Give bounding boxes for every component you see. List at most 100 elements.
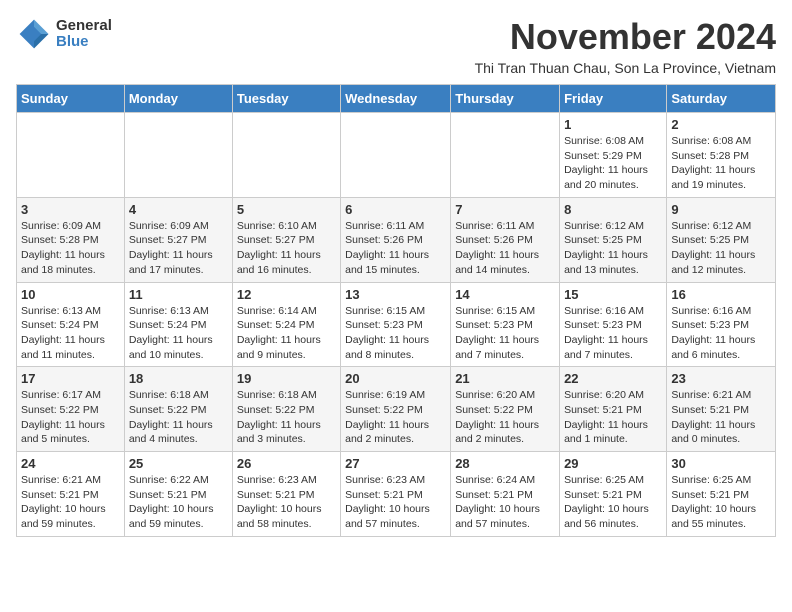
day-info: Sunrise: 6:25 AM Sunset: 5:21 PM Dayligh… <box>671 473 771 532</box>
calendar-cell: 12 Sunrise: 6:14 AM Sunset: 5:24 PM Dayli… <box>232 282 340 367</box>
day-number: 29 <box>564 456 662 471</box>
calendar-cell: 8Sunrise: 6:12 AM Sunset: 5:25 PM Daylig… <box>560 197 667 282</box>
location-subtitle: Thi Tran Thuan Chau, Son La Province, Vi… <box>475 60 776 76</box>
day-info: Sunrise: 6:08 AM Sunset: 5:28 PM Dayligh… <box>671 134 771 193</box>
day-number: 13 <box>345 287 446 302</box>
page-header: General Blue November 2024 Thi Tran Thua… <box>16 16 776 76</box>
weekday-header-row: SundayMondayTuesdayWednesdayThursdayFrid… <box>17 85 776 113</box>
weekday-header-sunday: Sunday <box>17 85 125 113</box>
day-number: 15 <box>564 287 662 302</box>
day-info: Sunrise: 6:16 AM Sunset: 5:23 PM Dayligh… <box>671 304 771 363</box>
day-info: Sunrise: 6:14 AM Sunset: 5:24 PM Dayligh… <box>237 304 336 363</box>
calendar-cell: 1 Sunrise: 6:08 AM Sunset: 5:29 PM Daylig… <box>560 113 667 198</box>
calendar-week-row: 10 Sunrise: 6:13 AM Sunset: 5:24 PM Dayli… <box>17 282 776 367</box>
day-info: Sunrise: 6:19 AM Sunset: 5:22 PM Dayligh… <box>345 388 446 447</box>
calendar-cell: 10 Sunrise: 6:13 AM Sunset: 5:24 PM Dayli… <box>17 282 125 367</box>
day-info: Sunrise: 6:21 AM Sunset: 5:21 PM Dayligh… <box>21 473 120 532</box>
calendar-cell: 22Sunrise: 6:20 AM Sunset: 5:21 PM Dayli… <box>560 367 667 452</box>
calendar-cell: 11 Sunrise: 6:13 AM Sunset: 5:24 PM Dayli… <box>124 282 232 367</box>
calendar-cell: 24 Sunrise: 6:21 AM Sunset: 5:21 PM Dayli… <box>17 452 125 537</box>
day-info: Sunrise: 6:22 AM Sunset: 5:21 PM Dayligh… <box>129 473 228 532</box>
calendar-cell: 14 Sunrise: 6:15 AM Sunset: 5:23 PM Dayli… <box>451 282 560 367</box>
calendar-cell: 20Sunrise: 6:19 AM Sunset: 5:22 PM Dayli… <box>341 367 451 452</box>
day-info: Sunrise: 6:13 AM Sunset: 5:24 PM Dayligh… <box>21 304 120 363</box>
day-number: 30 <box>671 456 771 471</box>
day-number: 23 <box>671 371 771 386</box>
day-number: 11 <box>129 287 228 302</box>
day-number: 12 <box>237 287 336 302</box>
day-info: Sunrise: 6:21 AM Sunset: 5:21 PM Dayligh… <box>671 388 771 447</box>
day-number: 24 <box>21 456 120 471</box>
day-number: 3 <box>21 202 120 217</box>
day-number: 17 <box>21 371 120 386</box>
day-number: 8 <box>564 202 662 217</box>
day-info: Sunrise: 6:15 AM Sunset: 5:23 PM Dayligh… <box>455 304 555 363</box>
day-number: 5 <box>237 202 336 217</box>
day-info: Sunrise: 6:08 AM Sunset: 5:29 PM Dayligh… <box>564 134 662 193</box>
day-number: 22 <box>564 371 662 386</box>
logo-blue: Blue <box>56 34 112 51</box>
calendar-cell: 19 Sunrise: 6:18 AM Sunset: 5:22 PM Dayli… <box>232 367 340 452</box>
calendar-cell <box>232 113 340 198</box>
day-info: Sunrise: 6:11 AM Sunset: 5:26 PM Dayligh… <box>345 219 446 278</box>
calendar-cell: 16 Sunrise: 6:16 AM Sunset: 5:23 PM Dayli… <box>667 282 776 367</box>
weekday-header-tuesday: Tuesday <box>232 85 340 113</box>
day-info: Sunrise: 6:09 AM Sunset: 5:28 PM Dayligh… <box>21 219 120 278</box>
day-number: 21 <box>455 371 555 386</box>
calendar-cell: 2 Sunrise: 6:08 AM Sunset: 5:28 PM Daylig… <box>667 113 776 198</box>
day-number: 16 <box>671 287 771 302</box>
calendar-cell: 28Sunrise: 6:24 AM Sunset: 5:21 PM Dayli… <box>451 452 560 537</box>
day-info: Sunrise: 6:24 AM Sunset: 5:21 PM Dayligh… <box>455 473 555 532</box>
calendar-cell: 17 Sunrise: 6:17 AM Sunset: 5:22 PM Dayli… <box>17 367 125 452</box>
day-info: Sunrise: 6:16 AM Sunset: 5:23 PM Dayligh… <box>564 304 662 363</box>
day-info: Sunrise: 6:17 AM Sunset: 5:22 PM Dayligh… <box>21 388 120 447</box>
calendar-week-row: 1 Sunrise: 6:08 AM Sunset: 5:29 PM Daylig… <box>17 113 776 198</box>
day-info: Sunrise: 6:10 AM Sunset: 5:27 PM Dayligh… <box>237 219 336 278</box>
calendar-cell: 27 Sunrise: 6:23 AM Sunset: 5:21 PM Dayli… <box>341 452 451 537</box>
calendar-cell: 13Sunrise: 6:15 AM Sunset: 5:23 PM Dayli… <box>341 282 451 367</box>
calendar-cell: 5 Sunrise: 6:10 AM Sunset: 5:27 PM Daylig… <box>232 197 340 282</box>
day-number: 7 <box>455 202 555 217</box>
logo-general: General <box>56 18 112 35</box>
calendar-cell: 9 Sunrise: 6:12 AM Sunset: 5:25 PM Daylig… <box>667 197 776 282</box>
calendar-cell: 18Sunrise: 6:18 AM Sunset: 5:22 PM Dayli… <box>124 367 232 452</box>
day-number: 10 <box>21 287 120 302</box>
title-section: November 2024 Thi Tran Thuan Chau, Son L… <box>475 16 776 76</box>
calendar-cell: 25 Sunrise: 6:22 AM Sunset: 5:21 PM Dayli… <box>124 452 232 537</box>
day-number: 27 <box>345 456 446 471</box>
calendar-cell <box>451 113 560 198</box>
day-number: 1 <box>564 117 662 132</box>
calendar-cell: 23 Sunrise: 6:21 AM Sunset: 5:21 PM Dayli… <box>667 367 776 452</box>
day-info: Sunrise: 6:20 AM Sunset: 5:22 PM Dayligh… <box>455 388 555 447</box>
day-number: 4 <box>129 202 228 217</box>
calendar-cell: 26Sunrise: 6:23 AM Sunset: 5:21 PM Dayli… <box>232 452 340 537</box>
day-number: 19 <box>237 371 336 386</box>
weekday-header-monday: Monday <box>124 85 232 113</box>
day-number: 9 <box>671 202 771 217</box>
day-info: Sunrise: 6:18 AM Sunset: 5:22 PM Dayligh… <box>237 388 336 447</box>
day-info: Sunrise: 6:25 AM Sunset: 5:21 PM Dayligh… <box>564 473 662 532</box>
calendar-cell: 6 Sunrise: 6:11 AM Sunset: 5:26 PM Daylig… <box>341 197 451 282</box>
day-info: Sunrise: 6:11 AM Sunset: 5:26 PM Dayligh… <box>455 219 555 278</box>
day-info: Sunrise: 6:13 AM Sunset: 5:24 PM Dayligh… <box>129 304 228 363</box>
calendar-cell: 4 Sunrise: 6:09 AM Sunset: 5:27 PM Daylig… <box>124 197 232 282</box>
day-number: 6 <box>345 202 446 217</box>
calendar-week-row: 3 Sunrise: 6:09 AM Sunset: 5:28 PM Daylig… <box>17 197 776 282</box>
calendar-cell: 7 Sunrise: 6:11 AM Sunset: 5:26 PM Daylig… <box>451 197 560 282</box>
day-info: Sunrise: 6:23 AM Sunset: 5:21 PM Dayligh… <box>345 473 446 532</box>
day-info: Sunrise: 6:12 AM Sunset: 5:25 PM Dayligh… <box>671 219 771 278</box>
calendar-cell: 3 Sunrise: 6:09 AM Sunset: 5:28 PM Daylig… <box>17 197 125 282</box>
month-title: November 2024 <box>475 16 776 58</box>
weekday-header-thursday: Thursday <box>451 85 560 113</box>
day-number: 14 <box>455 287 555 302</box>
day-number: 2 <box>671 117 771 132</box>
day-number: 25 <box>129 456 228 471</box>
weekday-header-wednesday: Wednesday <box>341 85 451 113</box>
day-number: 18 <box>129 371 228 386</box>
logo: General Blue <box>16 16 112 52</box>
day-info: Sunrise: 6:09 AM Sunset: 5:27 PM Dayligh… <box>129 219 228 278</box>
calendar-cell: 21 Sunrise: 6:20 AM Sunset: 5:22 PM Dayli… <box>451 367 560 452</box>
weekday-header-saturday: Saturday <box>667 85 776 113</box>
logo-text: General Blue <box>56 18 112 51</box>
calendar-week-row: 24 Sunrise: 6:21 AM Sunset: 5:21 PM Dayli… <box>17 452 776 537</box>
